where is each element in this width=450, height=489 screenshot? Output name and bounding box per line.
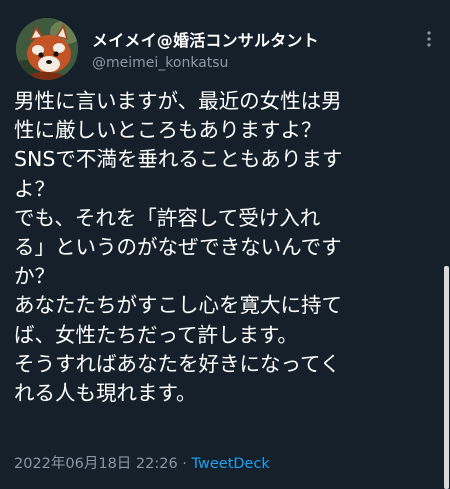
tweet-source-link[interactable]: TweetDeck [192, 456, 270, 472]
tweet-timestamp[interactable]: 2022年06月18日 22:26 [14, 456, 178, 472]
tweet-text-line: でも、それを「許容して受け入れ [14, 205, 321, 230]
tweet-meta: 2022年06月18日 22:26 · TweetDeck [14, 452, 270, 473]
tweet-card: メイメイ@婚活コンサルタント @meimei_konkatsu 男性に言いますが… [0, 0, 450, 489]
meta-separator: · [177, 456, 192, 472]
scrollbar-thumb[interactable] [444, 266, 449, 489]
more-options-button[interactable] [419, 27, 439, 51]
more-options-icon [427, 31, 431, 47]
tweet-text-line: あなたたちがすこし心を寛大に持て [14, 293, 342, 318]
tweet-text-line: る」というのがなぜできないんです [14, 235, 342, 260]
tweet-text-line: ば、女性たちだって許します。 [14, 322, 298, 347]
tweet-text-line: か？ [14, 264, 55, 289]
tweet-text-line: SNSで不満を垂れることもあります [14, 147, 343, 172]
tweet-text-line: よ？ [14, 176, 55, 201]
tweet-text-line: れる人も現れます。 [14, 381, 197, 406]
author-handle[interactable]: @meimei_konkatsu [92, 55, 228, 71]
red-panda-avatar-icon [16, 18, 78, 80]
author-display-name[interactable]: メイメイ@婚活コンサルタント [92, 27, 319, 51]
tweet-text-line: 性に厳しいところもありますよ？ [14, 118, 322, 143]
tweet-text-line: そうすればあなたを好きになってく [14, 351, 341, 376]
tweet-text-line: 男性に言いますが、最近の女性は男 [14, 89, 342, 113]
avatar[interactable] [16, 18, 78, 80]
tweet-text: 男性に言いますが、最近の女性は男 性に厳しいところもありますよ？ SNSで不満を… [14, 87, 424, 408]
